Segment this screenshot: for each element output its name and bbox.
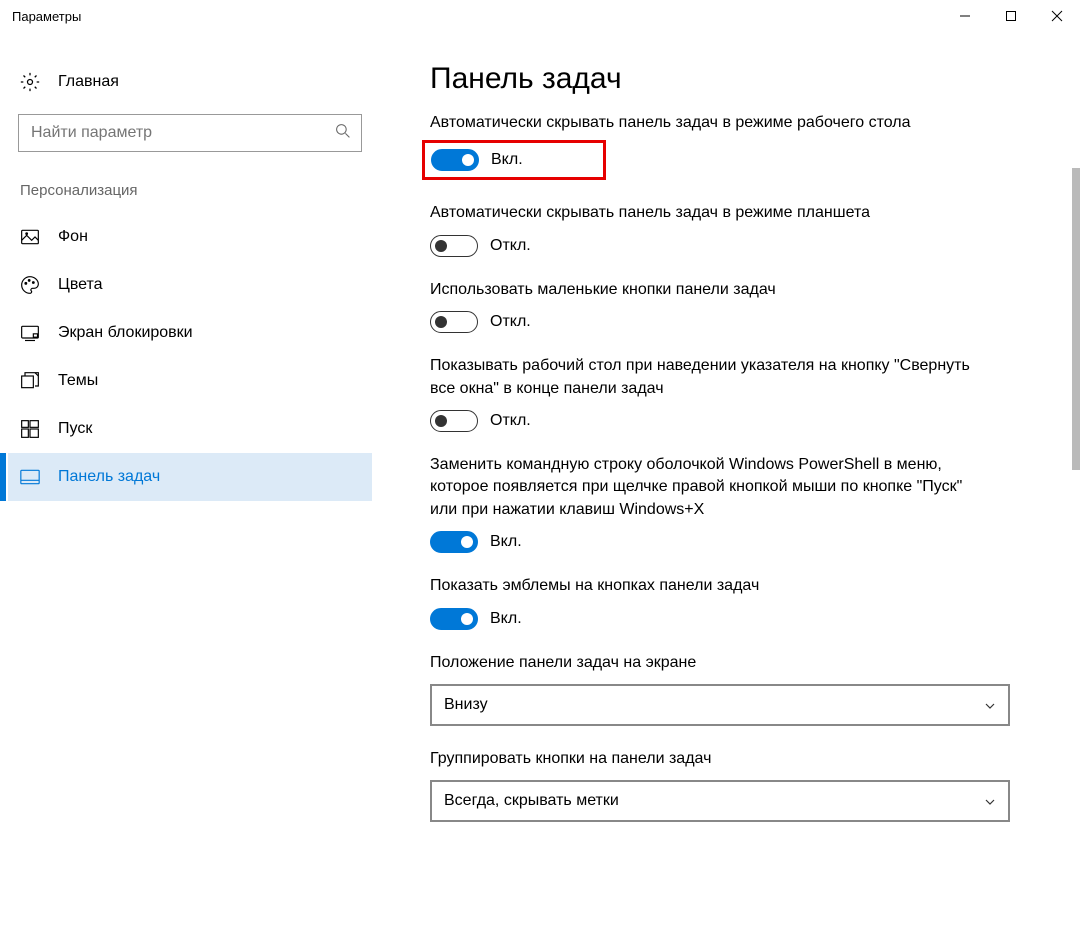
toggle-autohide-tablet[interactable] [430,235,478,257]
sidebar-item-label: Панель задач [58,468,160,486]
sidebar-item-taskbar[interactable]: Панель задач [8,453,372,501]
gear-icon [20,72,40,92]
picture-icon [20,227,40,247]
setting-peek-desktop: Показывать рабочий стол при наведении ук… [430,355,1058,432]
toggle-peek-desktop[interactable] [430,410,478,432]
sidebar-item-lockscreen[interactable]: Экран блокировки [8,309,372,357]
chevron-down-icon [984,699,996,711]
taskbar-icon [20,467,40,487]
toggle-state: Вкл. [490,610,522,628]
toggle-small-buttons[interactable] [430,311,478,333]
setting-label: Автоматически скрывать панель задач в ре… [430,202,990,224]
close-button[interactable] [1034,0,1080,32]
dropdown-position[interactable]: Внизу [430,684,1010,726]
setting-label: Группировать кнопки на панели задач [430,748,990,770]
scrollbar-thumb[interactable] [1072,168,1080,470]
minimize-button[interactable] [942,0,988,32]
home-link[interactable]: Главная [8,62,372,102]
dropdown-value: Внизу [444,696,488,714]
window-title: Параметры [12,9,81,24]
home-label: Главная [58,73,119,91]
search-field[interactable] [31,124,335,142]
chevron-down-icon [984,795,996,807]
toggle-state: Откл. [490,313,531,331]
setting-label: Положение панели задач на экране [430,652,990,674]
sidebar-item-themes[interactable]: Темы [8,357,372,405]
main-content: Панель задач Автоматически скрывать пане… [380,32,1080,936]
sidebar-item-label: Экран блокировки [58,324,193,342]
maximize-button[interactable] [988,0,1034,32]
sidebar-item-label: Пуск [58,420,92,438]
toggle-state: Откл. [490,237,531,255]
toggle-powershell[interactable] [430,531,478,553]
page-title: Панель задач [430,62,1058,96]
lockscreen-icon [20,323,40,343]
setting-position: Положение панели задач на экране Внизу [430,652,1058,726]
sidebar-item-label: Фон [58,228,88,246]
titlebar: Параметры [0,0,1080,32]
search-input[interactable] [18,114,362,152]
toggle-badges[interactable] [430,608,478,630]
setting-powershell: Заменить командную строку оболочкой Wind… [430,454,1058,553]
setting-label: Использовать маленькие кнопки панели зад… [430,279,990,301]
sidebar: Главная Персонализация Фон [0,32,380,936]
setting-label: Показать эмблемы на кнопках панели задач [430,575,990,597]
toggle-state: Откл. [490,412,531,430]
setting-small-buttons: Использовать маленькие кнопки панели зад… [430,279,1058,333]
setting-badges: Показать эмблемы на кнопках панели задач… [430,575,1058,629]
sidebar-item-start[interactable]: Пуск [8,405,372,453]
themes-icon [20,371,40,391]
group-header: Персонализация [8,176,372,213]
setting-label: Показывать рабочий стол при наведении ук… [430,355,990,400]
toggle-state: Вкл. [490,533,522,551]
sidebar-item-label: Темы [58,372,98,390]
setting-autohide-tablet: Автоматически скрывать панель задач в ре… [430,202,1058,256]
start-icon [20,419,40,439]
sidebar-item-background[interactable]: Фон [8,213,372,261]
highlight-frame: Вкл. [422,140,606,180]
setting-label: Заменить командную строку оболочкой Wind… [430,454,990,521]
palette-icon [20,275,40,295]
setting-label: Автоматически скрывать панель задач в ре… [430,112,990,134]
setting-grouping: Группировать кнопки на панели задач Всег… [430,748,1058,822]
dropdown-value: Всегда, скрывать метки [444,792,619,810]
toggle-autohide-desktop[interactable] [431,149,479,171]
setting-autohide-desktop: Автоматически скрывать панель задач в ре… [430,112,1058,180]
dropdown-grouping[interactable]: Всегда, скрывать метки [430,780,1010,822]
sidebar-item-label: Цвета [58,276,103,294]
sidebar-item-colors[interactable]: Цвета [8,261,372,309]
search-icon [335,123,351,144]
toggle-state: Вкл. [491,151,523,169]
